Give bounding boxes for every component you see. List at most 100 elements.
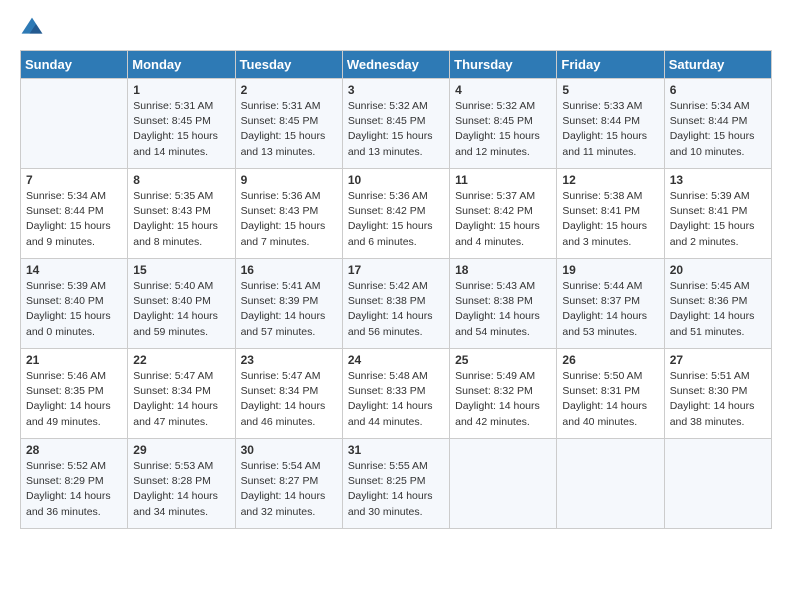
day-number: 17: [348, 263, 444, 277]
cell-info: Sunrise: 5:41 AMSunset: 8:39 PMDaylight:…: [241, 279, 337, 340]
calendar-week-row: 21 Sunrise: 5:46 AMSunset: 8:35 PMDayligh…: [21, 349, 772, 439]
calendar-cell: 17 Sunrise: 5:42 AMSunset: 8:38 PMDayligh…: [342, 259, 449, 349]
weekday-header-thursday: Thursday: [450, 51, 557, 79]
cell-info: Sunrise: 5:45 AMSunset: 8:36 PMDaylight:…: [670, 279, 766, 340]
calendar-cell: 30 Sunrise: 5:54 AMSunset: 8:27 PMDayligh…: [235, 439, 342, 529]
day-number: 23: [241, 353, 337, 367]
logo: [20, 16, 48, 40]
calendar-cell: 20Sunrise: 5:45 AMSunset: 8:36 PMDayligh…: [664, 259, 771, 349]
day-number: 27: [670, 353, 766, 367]
calendar-table: SundayMondayTuesdayWednesdayThursdayFrid…: [20, 50, 772, 529]
day-number: 24: [348, 353, 444, 367]
cell-info: Sunrise: 5:39 AMSunset: 8:41 PMDaylight:…: [670, 189, 766, 250]
calendar-cell: 3 Sunrise: 5:32 AMSunset: 8:45 PMDaylight…: [342, 79, 449, 169]
cell-info: Sunrise: 5:42 AMSunset: 8:38 PMDaylight:…: [348, 279, 444, 340]
day-number: 29: [133, 443, 229, 457]
calendar-cell: 18Sunrise: 5:43 AMSunset: 8:38 PMDayligh…: [450, 259, 557, 349]
day-number: 16: [241, 263, 337, 277]
calendar-cell: 15 Sunrise: 5:40 AMSunset: 8:40 PMDayligh…: [128, 259, 235, 349]
calendar-cell: 11 Sunrise: 5:37 AMSunset: 8:42 PMDayligh…: [450, 169, 557, 259]
day-number: 14: [26, 263, 122, 277]
cell-info: Sunrise: 5:34 AMSunset: 8:44 PMDaylight:…: [26, 189, 122, 250]
calendar-week-row: 14 Sunrise: 5:39 AMSunset: 8:40 PMDayligh…: [21, 259, 772, 349]
cell-info: Sunrise: 5:48 AMSunset: 8:33 PMDaylight:…: [348, 369, 444, 430]
calendar-cell: 2Sunrise: 5:31 AMSunset: 8:45 PMDaylight…: [235, 79, 342, 169]
day-number: 4: [455, 83, 551, 97]
cell-info: Sunrise: 5:49 AMSunset: 8:32 PMDaylight:…: [455, 369, 551, 430]
day-number: 13: [670, 173, 766, 187]
calendar-cell: 27 Sunrise: 5:51 AMSunset: 8:30 PMDayligh…: [664, 349, 771, 439]
cell-info: Sunrise: 5:31 AMSunset: 8:45 PMDaylight:…: [133, 99, 229, 160]
weekday-header-monday: Monday: [128, 51, 235, 79]
cell-info: Sunrise: 5:39 AMSunset: 8:40 PMDaylight:…: [26, 279, 122, 340]
calendar-cell: 31 Sunrise: 5:55 AMSunset: 8:25 PMDayligh…: [342, 439, 449, 529]
day-number: 5: [562, 83, 658, 97]
day-number: 3: [348, 83, 444, 97]
cell-info: Sunrise: 5:52 AMSunset: 8:29 PMDaylight:…: [26, 459, 122, 520]
day-number: 9: [241, 173, 337, 187]
page-header: [20, 16, 772, 40]
calendar-cell: 12 Sunrise: 5:38 AMSunset: 8:41 PMDayligh…: [557, 169, 664, 259]
cell-info: Sunrise: 5:50 AMSunset: 8:31 PMDaylight:…: [562, 369, 658, 430]
calendar-cell: 25Sunrise: 5:49 AMSunset: 8:32 PMDayligh…: [450, 349, 557, 439]
calendar-cell: 10 Sunrise: 5:36 AMSunset: 8:42 PMDayligh…: [342, 169, 449, 259]
day-number: 6: [670, 83, 766, 97]
day-number: 15: [133, 263, 229, 277]
calendar-week-row: 28 Sunrise: 5:52 AMSunset: 8:29 PMDayligh…: [21, 439, 772, 529]
cell-info: Sunrise: 5:40 AMSunset: 8:40 PMDaylight:…: [133, 279, 229, 340]
cell-info: Sunrise: 5:32 AMSunset: 8:45 PMDaylight:…: [455, 99, 551, 160]
cell-info: Sunrise: 5:46 AMSunset: 8:35 PMDaylight:…: [26, 369, 122, 430]
calendar-cell: [664, 439, 771, 529]
weekday-header-friday: Friday: [557, 51, 664, 79]
cell-info: Sunrise: 5:38 AMSunset: 8:41 PMDaylight:…: [562, 189, 658, 250]
weekday-header-wednesday: Wednesday: [342, 51, 449, 79]
cell-info: Sunrise: 5:54 AMSunset: 8:27 PMDaylight:…: [241, 459, 337, 520]
cell-info: Sunrise: 5:47 AMSunset: 8:34 PMDaylight:…: [241, 369, 337, 430]
cell-info: Sunrise: 5:34 AMSunset: 8:44 PMDaylight:…: [670, 99, 766, 160]
weekday-header-saturday: Saturday: [664, 51, 771, 79]
calendar-cell: 9Sunrise: 5:36 AMSunset: 8:43 PMDaylight…: [235, 169, 342, 259]
cell-info: Sunrise: 5:33 AMSunset: 8:44 PMDaylight:…: [562, 99, 658, 160]
logo-icon: [20, 16, 44, 40]
day-number: 19: [562, 263, 658, 277]
day-number: 8: [133, 173, 229, 187]
cell-info: Sunrise: 5:36 AMSunset: 8:42 PMDaylight:…: [348, 189, 444, 250]
cell-info: Sunrise: 5:37 AMSunset: 8:42 PMDaylight:…: [455, 189, 551, 250]
cell-info: Sunrise: 5:55 AMSunset: 8:25 PMDaylight:…: [348, 459, 444, 520]
calendar-cell: 16 Sunrise: 5:41 AMSunset: 8:39 PMDayligh…: [235, 259, 342, 349]
calendar-cell: 13 Sunrise: 5:39 AMSunset: 8:41 PMDayligh…: [664, 169, 771, 259]
day-number: 18: [455, 263, 551, 277]
day-number: 30: [241, 443, 337, 457]
calendar-cell: 19 Sunrise: 5:44 AMSunset: 8:37 PMDayligh…: [557, 259, 664, 349]
day-number: 28: [26, 443, 122, 457]
day-number: 10: [348, 173, 444, 187]
calendar-cell: 1 Sunrise: 5:31 AMSunset: 8:45 PMDaylight…: [128, 79, 235, 169]
calendar-cell: 14 Sunrise: 5:39 AMSunset: 8:40 PMDayligh…: [21, 259, 128, 349]
day-number: 21: [26, 353, 122, 367]
day-number: 22: [133, 353, 229, 367]
cell-info: Sunrise: 5:51 AMSunset: 8:30 PMDaylight:…: [670, 369, 766, 430]
calendar-cell: [557, 439, 664, 529]
calendar-cell: 26 Sunrise: 5:50 AMSunset: 8:31 PMDayligh…: [557, 349, 664, 439]
cell-info: Sunrise: 5:44 AMSunset: 8:37 PMDaylight:…: [562, 279, 658, 340]
cell-info: Sunrise: 5:35 AMSunset: 8:43 PMDaylight:…: [133, 189, 229, 250]
day-number: 7: [26, 173, 122, 187]
calendar-cell: 5 Sunrise: 5:33 AMSunset: 8:44 PMDaylight…: [557, 79, 664, 169]
day-number: 26: [562, 353, 658, 367]
calendar-cell: 23 Sunrise: 5:47 AMSunset: 8:34 PMDayligh…: [235, 349, 342, 439]
weekday-header-sunday: Sunday: [21, 51, 128, 79]
day-number: 2: [241, 83, 337, 97]
day-number: 11: [455, 173, 551, 187]
cell-info: Sunrise: 5:32 AMSunset: 8:45 PMDaylight:…: [348, 99, 444, 160]
calendar-cell: [21, 79, 128, 169]
calendar-cell: 22 Sunrise: 5:47 AMSunset: 8:34 PMDayligh…: [128, 349, 235, 439]
calendar-cell: 24 Sunrise: 5:48 AMSunset: 8:33 PMDayligh…: [342, 349, 449, 439]
cell-info: Sunrise: 5:47 AMSunset: 8:34 PMDaylight:…: [133, 369, 229, 430]
calendar-week-row: 1 Sunrise: 5:31 AMSunset: 8:45 PMDaylight…: [21, 79, 772, 169]
day-number: 12: [562, 173, 658, 187]
day-number: 1: [133, 83, 229, 97]
calendar-cell: 7 Sunrise: 5:34 AMSunset: 8:44 PMDaylight…: [21, 169, 128, 259]
calendar-cell: 21 Sunrise: 5:46 AMSunset: 8:35 PMDayligh…: [21, 349, 128, 439]
calendar-cell: 29Sunrise: 5:53 AMSunset: 8:28 PMDayligh…: [128, 439, 235, 529]
day-number: 31: [348, 443, 444, 457]
